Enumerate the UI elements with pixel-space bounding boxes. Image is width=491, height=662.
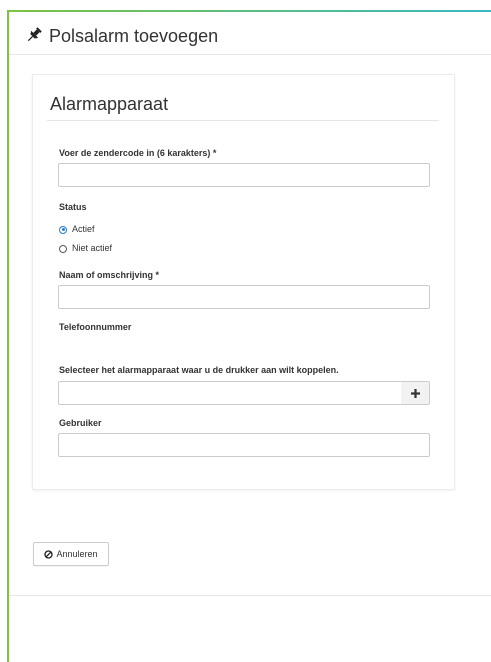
- status-option-niet-actief[interactable]: Niet actief: [59, 243, 112, 254]
- accent-left-bar: [7, 10, 9, 662]
- cancel-button-label: Annuleren: [56, 549, 98, 559]
- user-label: Gebruiker: [59, 418, 102, 428]
- radio-actief[interactable]: [59, 225, 67, 234]
- radio-niet-actief[interactable]: [59, 244, 67, 253]
- radio-niet-actief-label: Niet actief: [72, 243, 113, 253]
- pushpin-icon: [27, 27, 42, 42]
- radio-actief-label: Actief: [72, 224, 95, 234]
- sender-code-input[interactable]: [58, 163, 430, 187]
- phone-label: Telefoonnummer: [59, 322, 132, 332]
- device-select-label: Selecteer het alarmapparaat waar u de dr…: [59, 365, 339, 375]
- device-select-input[interactable]: [58, 381, 402, 405]
- cancel-button[interactable]: Annuleren: [33, 542, 109, 566]
- page: Polsalarm toevoegen Alarmapparaat Voer d…: [0, 0, 491, 662]
- page-header: Polsalarm toevoegen: [9, 12, 491, 55]
- alarm-device-card: Alarmapparaat Voer de zendercode in (6 k…: [32, 74, 455, 490]
- user-input[interactable]: [58, 433, 430, 457]
- section-divider: [47, 120, 439, 121]
- plus-icon: [410, 388, 420, 398]
- ban-icon: [44, 549, 54, 559]
- name-input[interactable]: [58, 285, 430, 309]
- name-label: Naam of omschrijving *: [59, 270, 160, 280]
- section-title: Alarmapparaat: [50, 94, 169, 114]
- status-option-actief[interactable]: Actief: [59, 224, 95, 235]
- sender-code-label: Voer de zendercode in (6 karakters) *: [59, 148, 217, 158]
- status-label: Status: [59, 202, 87, 212]
- add-device-button[interactable]: [401, 381, 430, 405]
- footer-divider: [9, 595, 491, 596]
- page-title: Polsalarm toevoegen: [49, 26, 219, 46]
